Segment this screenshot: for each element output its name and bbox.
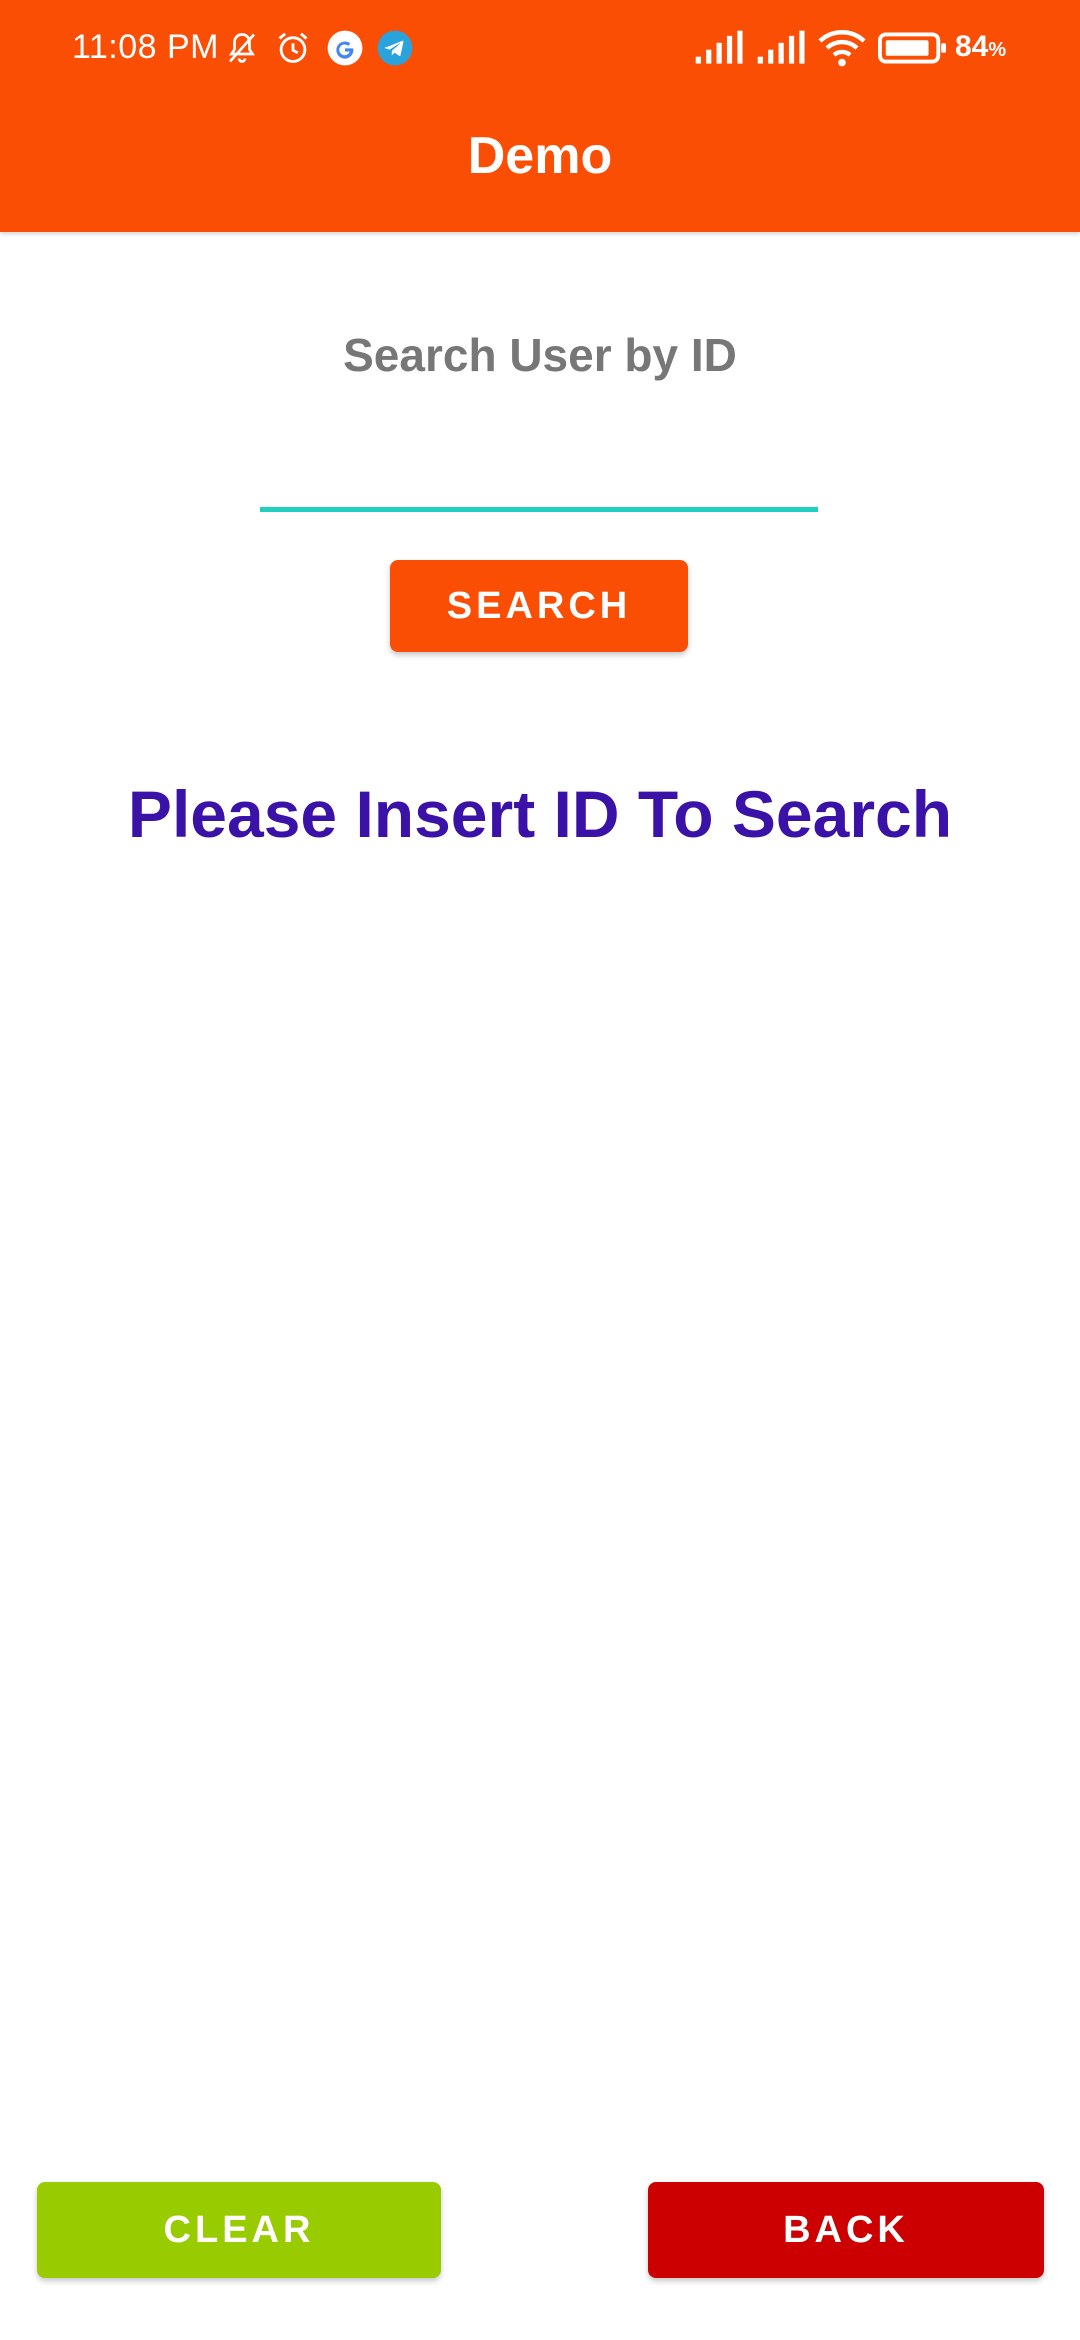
bell-off-icon [228, 33, 256, 63]
battery-unit: % [988, 39, 1007, 61]
status-time: 11:08 PM [72, 28, 220, 66]
battery-icon [878, 32, 947, 64]
search-message: Please Insert ID To Search [127, 777, 953, 851]
app-title: Demo [467, 127, 613, 185]
app-bar: 11:08 PM 84% Demo [0, 0, 1080, 232]
telegram-icon [377, 30, 413, 66]
signal-icon [757, 30, 805, 64]
search-heading: Search User by ID [343, 329, 737, 381]
status-bar: 11:08 PM 84% [0, 0, 1080, 100]
alarm-icon [278, 32, 308, 63]
wifi-icon [818, 30, 866, 67]
clear-button[interactable]: CLEAR [37, 2182, 441, 2278]
search-button[interactable]: SEARCH [390, 560, 688, 652]
battery-value: 84 [955, 30, 989, 63]
google-icon [327, 30, 363, 66]
user-id-input[interactable] [260, 436, 818, 512]
back-button[interactable]: BACK [648, 2182, 1044, 2278]
battery-percentage: 84% [955, 30, 1006, 64]
signal-icon [695, 30, 743, 64]
